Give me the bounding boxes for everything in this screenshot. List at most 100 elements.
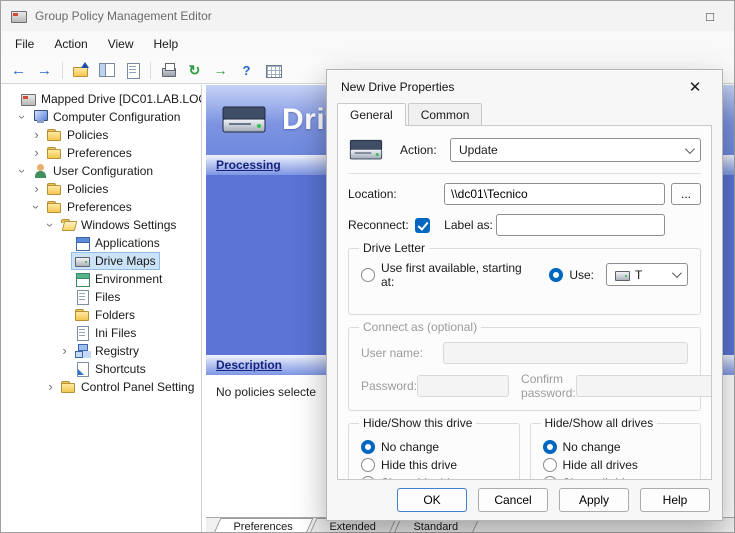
chevron-right-icon[interactable] [30,182,43,196]
tree-item-applications[interactable]: Applications [1,234,201,252]
tree-item-computer-policies[interactable]: Policies [1,126,201,144]
chevron-down-icon[interactable] [16,110,29,124]
drive-letter-value: T [635,268,642,282]
radio-checked-icon [543,440,557,454]
tree-item-registry[interactable]: Registry [1,342,201,360]
console-tree-icon [99,63,115,77]
open-folder-icon [61,218,76,232]
hide-show-all-drives-group: Hide/Show all drives No change Hide all … [530,423,702,480]
hide-all-drives-radio[interactable]: Hide all drives [543,456,689,474]
up-one-level-button[interactable] [69,60,92,81]
folder-icon [47,200,62,214]
chevron-right-icon[interactable] [58,344,71,358]
show-this-drive-radio[interactable]: Show this drive [361,474,507,480]
action-value: Update [459,143,498,157]
forward-button[interactable]: → [33,60,56,81]
tab-general[interactable]: General [337,103,406,125]
user-name-input [443,342,688,364]
chevron-right-icon[interactable] [30,128,43,142]
use-first-available-radio[interactable]: Use first available, starting at: [361,266,533,284]
up-folder-icon [73,63,89,77]
reconnect-checkbox[interactable] [415,218,430,233]
ok-button[interactable]: OK [397,488,467,512]
printer-icon [161,63,177,77]
tree-item-user-policies[interactable]: Policies [1,180,201,198]
refresh-button[interactable]: ↻ [183,60,206,81]
description-link[interactable]: Description [216,358,282,372]
chevron-down-icon[interactable] [30,200,43,214]
group-policy-editor-window: Group Policy Management Editor □ File Ac… [0,0,735,533]
connect-as-group-title: Connect as (optional) [359,320,481,334]
browse-button[interactable]: ... [671,183,701,205]
menu-action[interactable]: Action [44,34,97,54]
label-as-input[interactable] [496,214,665,236]
location-input[interactable] [444,183,665,205]
password-label: Password: [361,379,417,393]
dialog-title: New Drive Properties [341,80,682,94]
tree-item-computer-preferences[interactable]: Preferences [1,144,201,162]
help-button[interactable]: ? [235,60,258,81]
chevron-down-icon[interactable] [16,164,29,178]
radio-icon [543,476,557,480]
radio-icon [361,476,375,480]
cancel-button[interactable]: Cancel [478,488,548,512]
chevron-right-icon[interactable] [44,380,57,394]
folder-icon [61,380,76,394]
tree-item-user-configuration[interactable]: User Configuration [1,162,201,180]
tree-item-computer-configuration[interactable]: Computer Configuration [1,108,201,126]
label-as-label: Label as: [444,218,496,232]
drive-icon [75,254,90,268]
chevron-right-icon[interactable] [30,146,43,160]
chevron-down-icon[interactable] [44,218,57,232]
print-button[interactable] [157,60,180,81]
close-icon[interactable]: ✕ [682,78,708,96]
tree-item-drive-maps[interactable]: Drive Maps [1,252,201,270]
use-radio[interactable]: Use: [549,266,594,284]
radio-checked-icon [361,440,375,454]
menu-help[interactable]: Help [144,34,189,54]
maximize-button[interactable]: □ [696,9,724,24]
tab-common[interactable]: Common [408,103,483,125]
show-all-drives-radio[interactable]: Show all drives [543,474,689,480]
drive-letter-select[interactable]: T [606,263,688,286]
filter-options-button[interactable] [261,60,284,81]
console-tree-toggle-button[interactable] [95,60,118,81]
no-policies-message: No policies selecte [216,385,316,399]
help-button[interactable]: Help [640,488,710,512]
properties-icon [125,63,141,77]
grid-icon [265,63,281,77]
connect-as-group: Connect as (optional) User name: Passwor… [348,327,701,411]
tree-item-environment[interactable]: Environment [1,270,201,288]
hide-show-this-drive-group: Hide/Show this drive No change Hide this… [348,423,520,480]
tree-item-root[interactable]: Mapped Drive [DC01.LAB.LOCA [1,90,201,108]
tree-item-user-preferences[interactable]: Preferences [1,198,201,216]
folder-icon [47,182,62,196]
window-title: Group Policy Management Editor [35,9,688,23]
toolbar-separator [150,62,151,79]
all-no-change-radio[interactable]: No change [543,438,689,456]
tab-preferences[interactable]: Preferences [212,518,314,532]
tree-item-ini-files[interactable]: Ini Files [1,324,201,342]
action-select[interactable]: Update [450,138,701,162]
processing-link[interactable]: Processing [216,158,281,172]
user-name-label: User name: [361,346,443,360]
password-input [417,375,509,397]
tree-item-folders[interactable]: Folders [1,306,201,324]
this-no-change-radio[interactable]: No change [361,438,507,456]
menu-file[interactable]: File [5,34,44,54]
back-button[interactable]: ← [7,60,30,81]
export-list-button[interactable]: → [209,60,232,81]
tree-item-control-panel-settings[interactable]: Control Panel Setting [1,378,201,396]
chevron-placeholder [58,272,71,286]
tree-item-windows-settings[interactable]: Windows Settings [1,216,201,234]
app-icon [11,9,27,23]
registry-icon [75,344,90,358]
chevron-placeholder [58,308,71,322]
tree-item-shortcuts[interactable]: Shortcuts [1,360,201,378]
tree-item-files[interactable]: Files [1,288,201,306]
properties-button[interactable] [121,60,144,81]
menu-view[interactable]: View [98,34,144,54]
hide-this-drive-radio[interactable]: Hide this drive [361,456,507,474]
apply-button[interactable]: Apply [559,488,629,512]
title-bar: Group Policy Management Editor □ [1,1,734,31]
